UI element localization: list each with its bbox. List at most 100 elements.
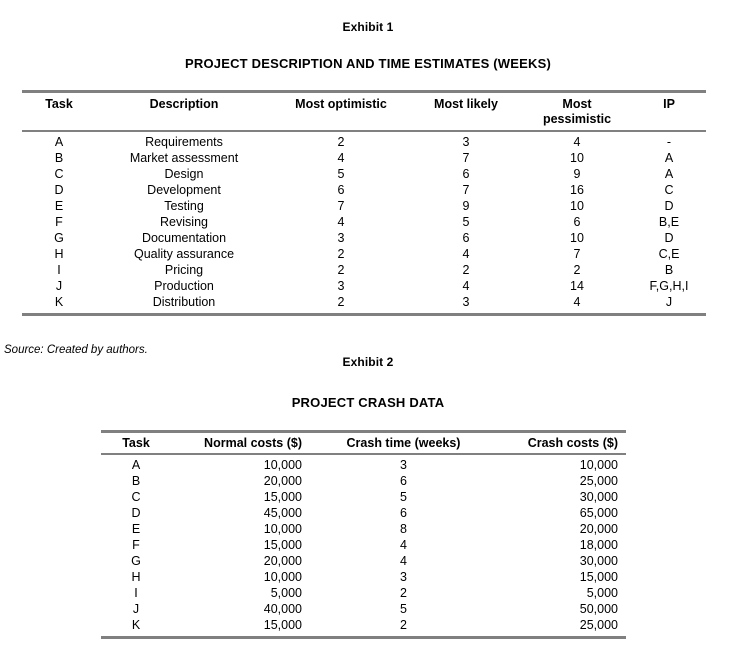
- cell-crash-time: 3: [400, 570, 407, 584]
- table-header: Task Normal costs ($) Crash time (weeks)…: [101, 431, 626, 454]
- column-header-most-optimistic: Most optimistic: [295, 97, 387, 111]
- cell-description: Revising: [160, 215, 208, 229]
- column-header-description: Description: [149, 97, 219, 111]
- column-header-task: Task: [45, 97, 73, 111]
- table-body: A Requirements 2 3 4- B Market assessment 4 7 10 A…: [22, 131, 706, 315]
- table-row: A Requirements 2 3 4 -: [22, 131, 706, 150]
- table-row: G 20,000 4 30,000: [101, 553, 626, 569]
- column-header-ip: IP: [663, 97, 675, 111]
- cell-crash-time: 3: [400, 458, 407, 472]
- cell-crash-time: 6: [400, 474, 407, 488]
- cell-task: I: [134, 586, 138, 600]
- column-header-task: Task: [122, 436, 150, 450]
- cell-crash-costs: 18,000: [579, 538, 618, 552]
- cell-task: C: [54, 167, 64, 181]
- cell-most-pessimistic: 7: [573, 247, 581, 261]
- table-row: F 15,000 4 18,000: [101, 537, 626, 553]
- cell-description: Development: [147, 183, 221, 197]
- cell-most-likely: 2: [462, 263, 470, 277]
- cell-most-likely: 6: [462, 167, 470, 181]
- cell-ip: B,E: [658, 215, 680, 229]
- cell-most-optimistic: 2: [337, 247, 345, 261]
- table-row: K 15,000 2 25,000: [101, 617, 626, 638]
- cell-crash-time: 4: [400, 554, 407, 568]
- cell-most-pessimistic: 2: [573, 263, 581, 277]
- cell-crash-costs: 10,000: [579, 458, 618, 472]
- cell-crash-time: 5: [400, 490, 407, 504]
- column-header-most-likely: Most likely: [434, 97, 498, 111]
- column-header-most-pessimistic-line1: Most: [562, 97, 592, 111]
- cell-normal-costs: 10,000: [263, 458, 302, 472]
- table-row: C 15,000 5 30,000: [101, 489, 626, 505]
- cell-normal-costs: 10,000: [263, 570, 302, 584]
- table-row: J 40,000 5 50,000: [101, 601, 626, 617]
- cell-most-likely: 4: [462, 247, 470, 261]
- cell-crash-time: 6: [400, 506, 407, 520]
- cell-normal-costs: 15,000: [263, 490, 302, 504]
- project-description-table: Task Description Most optimistic Most li…: [22, 90, 706, 316]
- table-row: D 45,000 6 65,000: [101, 505, 626, 521]
- table-row: B Market assessment 4 7 10 A: [22, 150, 706, 166]
- table-row: I Pricing 2 2 2 B: [22, 262, 706, 278]
- cell-task: F: [132, 538, 140, 552]
- cell-most-optimistic: 7: [337, 199, 345, 213]
- cell-most-likely: 3: [462, 135, 470, 149]
- cell-description: Requirements: [145, 135, 223, 149]
- cell-crash-time: 5: [400, 602, 407, 616]
- cell-task: K: [54, 295, 64, 309]
- cell-normal-costs: 20,000: [263, 554, 302, 568]
- cell-task: J: [132, 602, 140, 616]
- column-header-crash-costs: Crash costs ($): [527, 436, 618, 450]
- cell-crash-time: 4: [400, 538, 407, 552]
- table-row: E 10,000 8 20,000: [101, 521, 626, 537]
- table-row: D Development 6 7 16 C: [22, 182, 706, 198]
- cell-most-optimistic: 3: [337, 279, 345, 293]
- table-row: H 10,000 3 15,000: [101, 569, 626, 585]
- cell-ip: B: [664, 263, 674, 277]
- cell-most-optimistic: 6: [337, 183, 345, 197]
- cell-most-likely: 4: [462, 279, 470, 293]
- cell-most-likely: 7: [462, 151, 470, 165]
- cell-crash-time: 2: [400, 586, 407, 600]
- exhibit-1-section: Exhibit 1 PROJECT DESCRIPTION AND TIME E…: [0, 0, 736, 71]
- cell-task: B: [131, 474, 141, 488]
- table-row: J Production 3 4 14 F,G,H,I: [22, 278, 706, 294]
- cell-ip: D: [664, 199, 674, 213]
- table-row: G Documentation 3 6 10 D: [22, 230, 706, 246]
- cell-task: F: [55, 215, 63, 229]
- project-crash-data-table: Task Normal costs ($) Crash time (weeks)…: [101, 430, 626, 639]
- table-body: A 10,000 3 10,000 B 20,000 6 25,000 C 15,000 5 30,0…: [101, 454, 626, 638]
- cell-task: G: [54, 231, 64, 245]
- column-header-most-pessimistic-line2: pessimistic: [542, 112, 612, 126]
- cell-description: Testing: [164, 199, 204, 213]
- cell-ip: C,E: [658, 247, 680, 261]
- cell-normal-costs: 10,000: [263, 522, 302, 536]
- cell-crash-costs: 25,000: [579, 618, 618, 632]
- cell-crash-costs: 30,000: [579, 490, 618, 504]
- cell-normal-costs: 20,000: [263, 474, 302, 488]
- cell-most-pessimistic: 6: [573, 215, 581, 229]
- table-row: H Quality assurance 2 4 7 C,E: [22, 246, 706, 262]
- cell-ip: D: [664, 231, 674, 245]
- cell-task: D: [54, 183, 64, 197]
- cell-normal-costs: 5,000: [270, 586, 302, 600]
- cell-task: A: [131, 458, 141, 472]
- cell-most-pessimistic: 10: [570, 199, 584, 213]
- cell-crash-costs: 30,000: [579, 554, 618, 568]
- column-header-normal-costs: Normal costs ($): [204, 436, 302, 450]
- cell-most-likely: 5: [462, 215, 470, 229]
- cell-description: Quality assurance: [133, 247, 235, 261]
- table-row: C Design 5 6 9 A: [22, 166, 706, 182]
- cell-most-optimistic: 4: [337, 215, 345, 229]
- cell-description: Distribution: [152, 295, 216, 309]
- cell-most-pessimistic: 14: [570, 279, 584, 293]
- column-header-crash-time: Crash time (weeks): [346, 436, 461, 450]
- cell-most-optimistic: 3: [337, 231, 345, 245]
- cell-description: Design: [164, 167, 204, 181]
- cell-most-pessimistic: 9: [573, 167, 581, 181]
- cell-most-pessimistic: 4: [573, 135, 581, 149]
- cell-normal-costs: 15,000: [263, 618, 302, 632]
- cell-ip: A: [664, 151, 674, 165]
- table-row: F Revising 4 5 6 B,E: [22, 214, 706, 230]
- cell-crash-costs: 25,000: [579, 474, 618, 488]
